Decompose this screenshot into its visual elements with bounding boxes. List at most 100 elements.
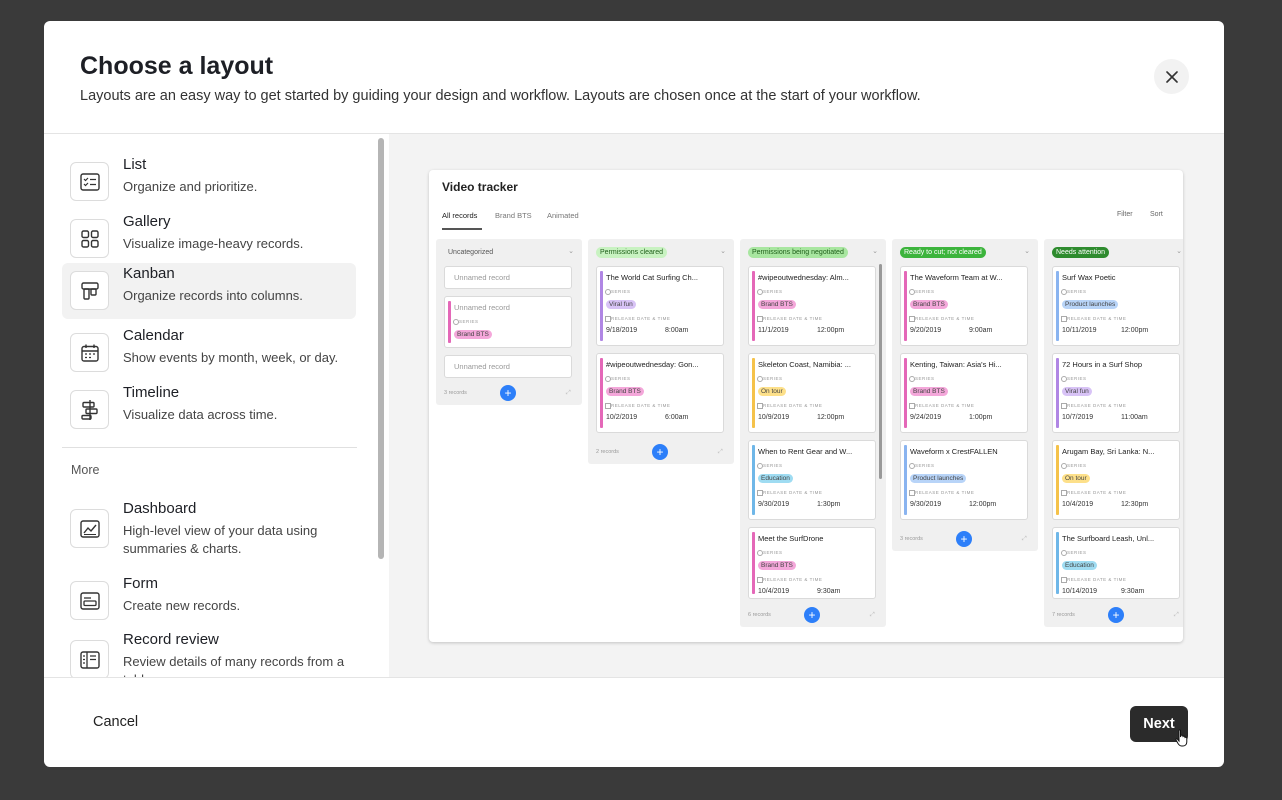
add-record-icon: + <box>1108 607 1124 623</box>
card-title: When to Rent Gear and W... <box>758 447 853 456</box>
card-time: 9:30am <box>1121 588 1145 595</box>
card-field-label: SERIES <box>1061 376 1087 382</box>
kanban-column-header: Needs attention <box>1052 247 1110 258</box>
layout-option-record-review[interactable]: Record review Review details of many rec… <box>62 629 356 677</box>
expand-icon: ⤢ <box>1022 536 1027 542</box>
card-field-label: SERIES <box>1061 463 1087 469</box>
card-field-label: SERIES <box>909 289 935 295</box>
card-field-label: SERIES <box>1061 289 1087 295</box>
card-title: Kenting, Taiwan: Asia's Hi... <box>910 360 1002 369</box>
card-field-label: RELEASE DATE & TIME <box>604 403 671 409</box>
kanban-card: Skeleton Coast, Namibia: ... SERIES On tou… <box>748 353 876 433</box>
layout-list-scrollbar[interactable] <box>378 138 384 559</box>
layout-option-form[interactable]: Form Create new records. <box>62 573 356 629</box>
expand-icon: ⤢ <box>1174 612 1179 618</box>
layout-dialog: Choose a layout Layouts are an easy way … <box>44 21 1224 767</box>
card-color-bar <box>1056 445 1059 515</box>
close-icon <box>1165 70 1178 83</box>
kanban-column-header: Ready to cut; not cleared <box>900 247 986 258</box>
cancel-button[interactable]: Cancel <box>93 714 138 730</box>
card-date: 9/20/2019 <box>910 327 942 334</box>
list-checklist-icon <box>70 162 109 201</box>
card-tag: Viral fun <box>1062 387 1092 396</box>
card-tag: Brand BTS <box>454 330 492 339</box>
column-record-count: 3 records <box>444 390 467 396</box>
card-field-label: RELEASE DATE & TIME <box>604 316 671 322</box>
layout-option-desc: Create new records. <box>123 598 241 613</box>
card-time: 11:00am <box>1121 414 1148 421</box>
chevron-down-icon: ⌄ <box>872 248 878 255</box>
layout-option-dashboard[interactable]: Dashboard High-level view of your data u… <box>62 498 356 564</box>
card-time: 12:00pm <box>1121 327 1149 334</box>
card-time: 1:00pm <box>969 414 993 421</box>
card-field-label: RELEASE DATE & TIME <box>756 490 823 496</box>
card-title: Unnamed record <box>454 273 510 282</box>
card-tag: Education <box>1062 561 1097 570</box>
kanban-card: When to Rent Gear and W... SERIES Educatio… <box>748 440 876 520</box>
card-title: Unnamed record <box>454 303 510 312</box>
dialog-title: Choose a layout <box>80 52 274 80</box>
card-date: 10/4/2019 <box>1062 501 1094 508</box>
layout-option-gallery[interactable]: Gallery Visualize image-heavy records. <box>62 211 356 267</box>
card-tag: Product launches <box>910 474 967 483</box>
card-tag: Brand BTS <box>606 387 644 396</box>
kanban-column: Ready to cut; not cleared ⌄ The Waveform T… <box>892 239 1038 551</box>
card-date: 11/1/2019 <box>758 327 789 334</box>
card-field-label: SERIES <box>757 376 783 382</box>
layout-option-desc: Organize and prioritize. <box>123 179 258 194</box>
kanban-card: Unnamed record <box>444 266 572 289</box>
card-color-bar <box>752 445 755 515</box>
card-date: 10/4/2019 <box>758 588 790 595</box>
kanban-column: Uncategorized ⌄ Unnamed record Unnamed reco… <box>436 239 582 405</box>
card-tag: Viral fun <box>606 300 636 309</box>
card-tag: Brand BTS <box>758 300 796 309</box>
card-tag: Brand BTS <box>910 387 948 396</box>
preview-sort: Sort <box>1150 211 1163 218</box>
card-field-label: SERIES <box>605 376 631 382</box>
chevron-down-icon: ⌄ <box>568 248 574 255</box>
card-color-bar <box>752 532 755 594</box>
kanban-card: Unnamed record <box>444 355 572 378</box>
card-title: Waveform x CrestFALLEN <box>910 447 998 456</box>
card-title: The Surfboard Leash, Unl... <box>1062 534 1155 543</box>
kanban-column-header: Permissions being negotiated <box>748 247 848 258</box>
layout-option-label: Gallery <box>123 213 171 230</box>
card-field-label: RELEASE DATE & TIME <box>1060 490 1127 496</box>
card-time: 9:30am <box>817 588 841 595</box>
kanban-card: #wipeoutwednesday: Alm... SERIES Brand BTS… <box>748 266 876 346</box>
card-date: 9/30/2019 <box>758 501 790 508</box>
form-icon <box>70 581 109 620</box>
card-field-label: RELEASE DATE & TIME <box>756 403 823 409</box>
card-tag: Brand BTS <box>758 561 796 570</box>
layout-option-desc: Organize records into columns. <box>123 288 303 303</box>
layout-option-label: Kanban <box>123 265 175 282</box>
section-divider <box>62 447 357 448</box>
kanban-card: Waveform x CrestFALLEN SERIES Product laun… <box>900 440 1028 520</box>
layout-option-desc: High-level view of your data using summa… <box>123 523 318 556</box>
card-tag: Education <box>758 474 793 483</box>
close-button[interactable] <box>1154 59 1189 94</box>
kanban-column: Permissions cleared ⌄ The World Cat Surfin… <box>588 239 734 464</box>
layout-option-desc: Visualize data across time. <box>123 407 278 422</box>
layout-option-list[interactable]: List Organize and prioritize. <box>62 154 356 210</box>
card-field-label: SERIES <box>757 463 783 469</box>
chevron-down-icon: ⌄ <box>1176 248 1182 255</box>
kanban-card: Arugam Bay, Sri Lanka: N... SERIES On tour… <box>1052 440 1180 520</box>
layout-option-label: Form <box>123 575 158 592</box>
card-title: Surf Wax Poetic <box>1062 273 1116 282</box>
kanban-card: The World Cat Surfing Ch... SERIES Viral f… <box>596 266 724 346</box>
card-tag: Product launches <box>1062 300 1119 309</box>
card-color-bar <box>600 358 603 428</box>
card-date: 10/7/2019 <box>1062 414 1094 421</box>
card-date: 9/18/2019 <box>606 327 638 334</box>
card-color-bar <box>904 358 907 428</box>
layout-option-calendar[interactable]: Calendar Show events by month, week, or … <box>62 325 356 381</box>
kanban-card: Unnamed record SERIES Brand BTS <box>444 296 572 348</box>
layout-option-kanban[interactable]: Kanban Organize records into columns. <box>62 263 356 319</box>
layout-list: List Organize and prioritize. Gallery Vi… <box>44 134 389 677</box>
card-time: 12:00pm <box>969 501 997 508</box>
card-color-bar <box>904 271 907 341</box>
dashboard-chart-icon <box>70 509 109 548</box>
expand-icon: ⤢ <box>870 612 875 618</box>
layout-option-timeline[interactable]: Timeline Visualize data across time. <box>62 382 356 438</box>
